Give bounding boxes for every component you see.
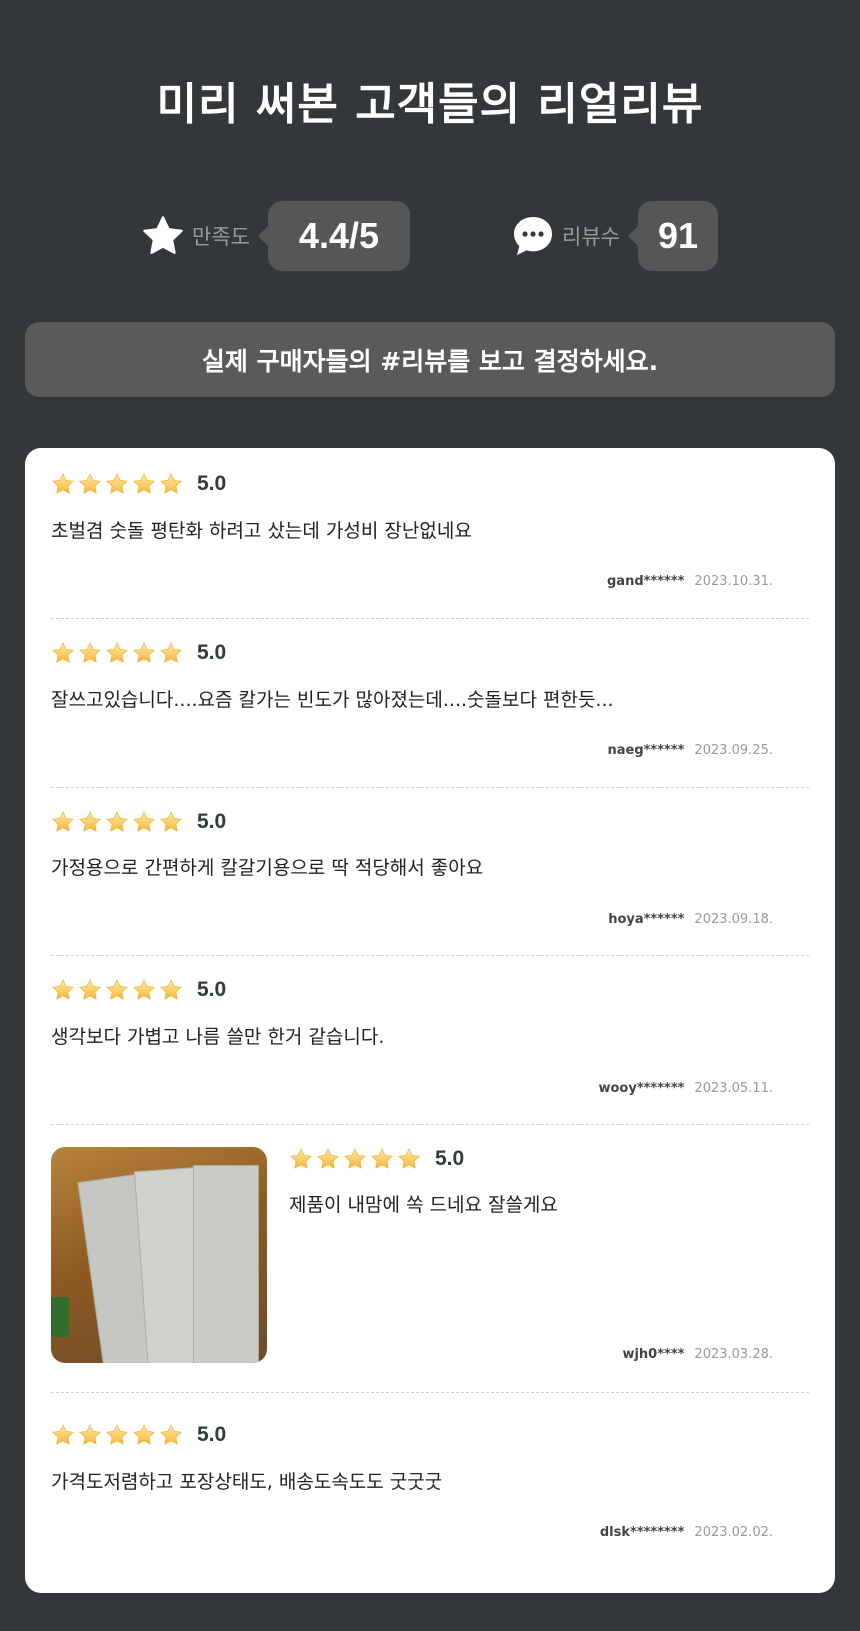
review-count-stat: 리뷰수 91: [510, 201, 718, 271]
review-date: 2023.05.11.: [694, 1081, 773, 1096]
star-icon: [370, 1147, 394, 1171]
review-count-value: 91: [627, 201, 718, 271]
review-rating: 5.0: [51, 1423, 226, 1447]
star-icon: [132, 472, 156, 496]
star-icon: [316, 1147, 340, 1171]
review-date: 2023.03.28.: [694, 1347, 773, 1362]
rating-stars: [51, 472, 183, 496]
star-icon: [159, 810, 183, 834]
review-score: 5.0: [197, 641, 227, 664]
satisfaction-stat: 만족도 4.4/5: [140, 201, 410, 271]
star-icon: [105, 1423, 129, 1447]
star-icon: [78, 978, 102, 1002]
star-icon: [78, 472, 102, 496]
review-banner: 실제 구매자들의 #리뷰를 보고 결정하세요.: [25, 322, 835, 397]
rating-stars: [51, 810, 183, 834]
review-text: 가격도저렴하고 포장상태도, 배송도속도도 굿굿굿: [51, 1471, 443, 1493]
star-icon: [51, 641, 75, 665]
rating-stars: [289, 1147, 421, 1171]
star-icon: [105, 641, 129, 665]
star-icon: [159, 641, 183, 665]
review-item: 5.0 생각보다 가볍고 나름 쓸만 한거 같습니다. wooy******* …: [51, 956, 809, 1125]
star-icon: [132, 1423, 156, 1447]
review-rating: 5.0: [289, 1147, 464, 1171]
rating-stars: [51, 1423, 183, 1447]
review-author: naeg******: [607, 743, 685, 758]
star-icon: [105, 978, 129, 1002]
review-rating: 5.0: [51, 641, 226, 665]
review-date: 2023.02.02.: [694, 1525, 773, 1540]
star-icon: [132, 810, 156, 834]
review-author: wooy*******: [598, 1081, 685, 1096]
review-rating: 5.0: [51, 472, 226, 496]
review-score: 5.0: [197, 1423, 227, 1446]
star-icon: [51, 1423, 75, 1447]
review-item: 5.0 초벌겸 숫돌 평탄화 하려고 샀는데 가성비 장난없네요 gand***…: [51, 448, 809, 619]
review-score: 5.0: [197, 472, 227, 495]
review-author: hoya******: [608, 912, 685, 927]
star-icon: [140, 213, 186, 259]
review-score: 5.0: [197, 810, 227, 833]
rating-stars: [51, 978, 183, 1002]
star-icon: [78, 1423, 102, 1447]
review-meta: gand****** 2023.10.31.: [607, 574, 773, 589]
star-icon: [132, 978, 156, 1002]
review-meta: naeg****** 2023.09.25.: [607, 743, 773, 758]
review-meta: wooy******* 2023.05.11.: [598, 1081, 773, 1096]
review-text: 초벌겸 숫돌 평탄화 하려고 샀는데 가성비 장난없네요: [51, 520, 472, 542]
review-item: 5.0 잘쓰고있습니다....요즘 칼가는 빈도가 많아졌는데....숫돌보다 …: [51, 619, 809, 788]
satisfaction-label: 만족도: [192, 225, 250, 249]
star-icon: [51, 472, 75, 496]
review-author: gand******: [606, 574, 685, 589]
review-count-label: 리뷰수: [562, 225, 620, 249]
star-icon: [159, 1423, 183, 1447]
star-icon: [105, 472, 129, 496]
star-icon: [343, 1147, 367, 1171]
page-title: 미리 써본 고객들의 리얼리뷰: [156, 79, 704, 130]
review-item: 5.0 제품이 내맘에 쏙 드네요 잘쓸게요 wjh0**** 2023.03.…: [51, 1125, 809, 1393]
star-icon: [289, 1147, 313, 1171]
review-meta: dlsk******** 2023.02.02.: [600, 1525, 773, 1540]
review-list: 5.0 초벌겸 숫돌 평탄화 하려고 샀는데 가성비 장난없네요 gand***…: [25, 448, 835, 1593]
review-text: 가정용으로 간편하게 칼갈기용으로 딱 적당해서 좋아요: [51, 857, 484, 879]
review-score: 5.0: [435, 1147, 465, 1170]
star-icon: [159, 472, 183, 496]
review-meta: hoya****** 2023.09.18.: [608, 912, 773, 927]
rating-stars: [51, 641, 183, 665]
review-score: 5.0: [197, 978, 227, 1001]
review-photo[interactable]: [51, 1147, 267, 1363]
review-rating: 5.0: [51, 810, 226, 834]
star-icon: [105, 810, 129, 834]
star-icon: [159, 978, 183, 1002]
review-text: 잘쓰고있습니다....요즘 칼가는 빈도가 많아졌는데....숫돌보다 편한듯.…: [51, 689, 614, 711]
star-icon: [78, 641, 102, 665]
star-icon: [51, 810, 75, 834]
star-icon: [132, 641, 156, 665]
review-item: 5.0 가격도저렴하고 포장상태도, 배송도속도도 굿굿굿 dlsk******…: [51, 1393, 809, 1593]
review-date: 2023.09.18.: [694, 912, 773, 927]
review-text: 제품이 내맘에 쏙 드네요 잘쓸게요: [289, 1194, 558, 1216]
review-meta: wjh0**** 2023.03.28.: [622, 1347, 773, 1362]
review-author: dlsk********: [599, 1525, 685, 1540]
satisfaction-value: 4.4/5: [257, 201, 410, 271]
chat-bubble-icon: [510, 213, 556, 259]
product-package: [193, 1165, 259, 1363]
star-icon: [397, 1147, 421, 1171]
star-icon: [78, 810, 102, 834]
review-date: 2023.09.25.: [694, 743, 773, 758]
review-rating: 5.0: [51, 978, 226, 1002]
review-date: 2023.10.31.: [694, 574, 773, 589]
review-text: 생각보다 가볍고 나름 쓸만 한거 같습니다.: [51, 1026, 385, 1048]
review-author: wjh0****: [622, 1347, 685, 1362]
background-object: [51, 1297, 69, 1337]
star-icon: [51, 978, 75, 1002]
review-item: 5.0 가정용으로 간편하게 칼갈기용으로 딱 적당해서 좋아요 hoya***…: [51, 788, 809, 956]
